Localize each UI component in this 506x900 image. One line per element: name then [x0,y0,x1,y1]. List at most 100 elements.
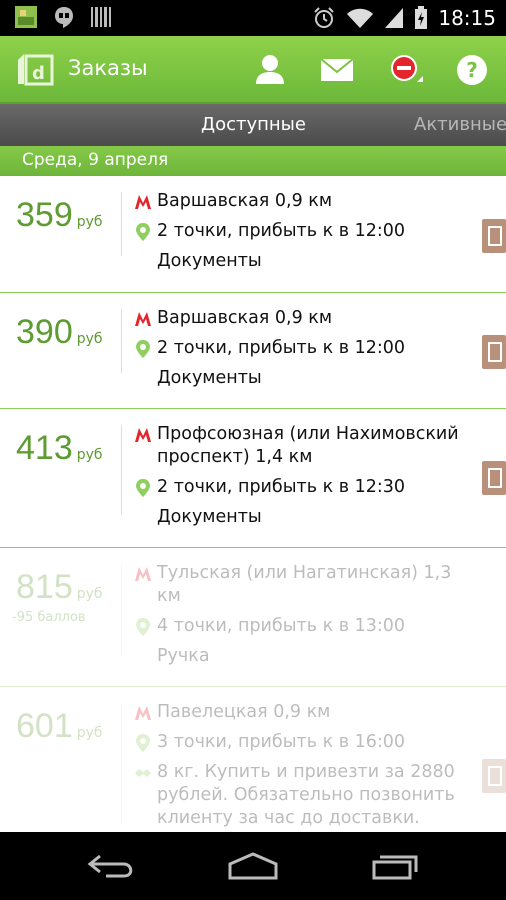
metro-station: Тульская (или Нагатинская) 1,3 км [157,563,452,606]
metro-icon [135,567,151,581]
date-label: Среда, 9 апреля [22,150,169,170]
hangouts-icon [55,7,73,28]
bonus-points: -95 баллов [12,610,86,625]
handshake-icon [135,769,151,777]
divider [121,564,122,654]
svg-text:?: ? [466,58,478,82]
order-item[interactable]: 601 руб Павелецкая 0,9 км 3 точки, прибыт… [0,687,506,832]
points-line: 3 точки, прибыть к в 16:00 [134,731,472,754]
order-card-icon[interactable] [482,461,506,495]
cargo-line: Документы [134,250,472,273]
battery-icon [415,6,428,29]
recent-apps-icon[interactable] [370,850,422,882]
location-pin-icon [136,340,150,358]
location-pin-icon [136,734,150,752]
order-price: 390 руб [16,313,103,352]
metro-station: Павелецкая 0,9 км [157,702,331,722]
order-price: 815 руб [16,568,103,607]
price-unit: руб [76,214,103,230]
location-pin-icon [136,479,150,497]
points-line: 2 точки, прибыть к в 12:00 [134,220,472,243]
points-info: 3 точки, прибыть к в 16:00 [157,732,406,752]
orders-list[interactable]: 359 руб Варшавская 0,9 км 2 точки, прибыт… [0,176,506,832]
price-unit: руб [76,447,103,463]
divider [121,192,122,256]
points-info: 2 точки, прибыть к в 12:30 [157,477,406,497]
back-icon[interactable] [86,850,138,882]
cargo-info: Документы [157,507,262,527]
order-card-icon[interactable] [482,335,506,369]
home-icon[interactable] [226,850,280,882]
order-item[interactable]: 815 руб -95 баллов Тульская (или Нагатинс… [0,548,506,687]
order-item[interactable]: 413 руб Профсоюзная (или Нахимовский прос… [0,409,506,548]
order-details: Варшавская 0,9 км 2 точки, прибыть к в 1… [134,190,472,280]
order-price: 413 руб [16,429,103,468]
profile-icon[interactable] [250,50,290,90]
location-pin-icon [136,618,150,636]
metro-icon [135,195,151,209]
tab-available[interactable]: Доступные [201,114,306,135]
price-unit: руб [76,586,103,602]
alarm-icon [314,7,335,28]
divider [121,309,122,373]
cargo-line: 8 кг. Купить и привезти за 2880 рублей. … [134,761,472,830]
points-line: 4 точки, прибыть к в 13:00 [134,615,472,638]
order-item[interactable]: 359 руб Варшавская 0,9 км 2 точки, прибыт… [0,176,506,293]
order-card-icon[interactable] [482,759,506,793]
cargo-info: Документы [157,368,262,388]
order-price: 601 руб [16,707,103,746]
order-price: 359 руб [16,196,103,235]
tab-strip: Доступные Активные [0,104,506,146]
order-details: Варшавская 0,9 км 2 точки, прибыть к в 1… [134,307,472,397]
order-details: Тульская (или Нагатинская) 1,3 км 4 точк… [134,562,472,675]
points-info: 2 точки, прибыть к в 12:00 [157,338,406,358]
metro-station: Варшавская 0,9 км [157,308,333,328]
price-value: 359 [16,196,73,234]
price-value: 390 [16,313,73,351]
navigation-bar [0,832,506,900]
status-time: 18:15 [438,6,496,30]
divider [121,425,122,515]
points-info: 2 точки, прибыть к в 12:00 [157,221,406,241]
metro-icon [135,428,151,442]
cargo-info: Ручка [157,646,210,666]
metro-icon [135,312,151,326]
cargo-line: Документы [134,506,472,529]
wifi-icon [347,8,374,28]
metro-line: Варшавская 0,9 км [134,307,472,330]
app-logo-icon[interactable]: d [16,52,54,86]
cargo-line: Документы [134,367,472,390]
cargo-info: Документы [157,251,262,271]
date-header: Среда, 9 апреля [0,146,506,176]
metro-station: Профсоюзная (или Нахимовский проспект) 1… [157,424,459,467]
price-value: 601 [16,707,73,745]
app-notification-icon [15,6,37,28]
help-icon[interactable]: ? [452,50,492,90]
cargo-info: 8 кг. Купить и привезти за 2880 рублей. … [157,762,455,828]
divider [121,703,122,823]
order-details: Профсоюзная (или Нахимовский проспект) 1… [134,423,472,536]
stop-status-icon[interactable] [385,50,425,90]
tab-active-orders[interactable]: Активные [414,114,506,135]
points-info: 4 точки, прибыть к в 13:00 [157,616,406,636]
points-line: 2 точки, прибыть к в 12:00 [134,337,472,360]
order-details: Павелецкая 0,9 км 3 точки, прибыть к в 1… [134,701,472,832]
price-unit: руб [76,725,103,741]
barcode-icon [91,7,111,27]
action-bar: d Заказы ? [0,36,506,104]
price-unit: руб [76,331,103,347]
metro-icon [135,706,151,720]
metro-line: Варшавская 0,9 км [134,190,472,213]
metro-station: Варшавская 0,9 км [157,191,333,211]
order-item[interactable]: 390 руб Варшавская 0,9 км 2 точки, прибыт… [0,293,506,409]
svg-text:d: d [32,63,45,84]
price-value: 815 [16,568,73,606]
points-line: 2 точки, прибыть к в 12:30 [134,476,472,499]
order-card-icon[interactable] [482,219,506,253]
metro-line: Тульская (или Нагатинская) 1,3 км [134,562,472,608]
location-pin-icon [136,223,150,241]
metro-line: Профсоюзная (или Нахимовский проспект) 1… [134,423,472,469]
messages-icon[interactable] [317,50,357,90]
price-value: 413 [16,429,73,467]
signal-icon [385,8,404,28]
